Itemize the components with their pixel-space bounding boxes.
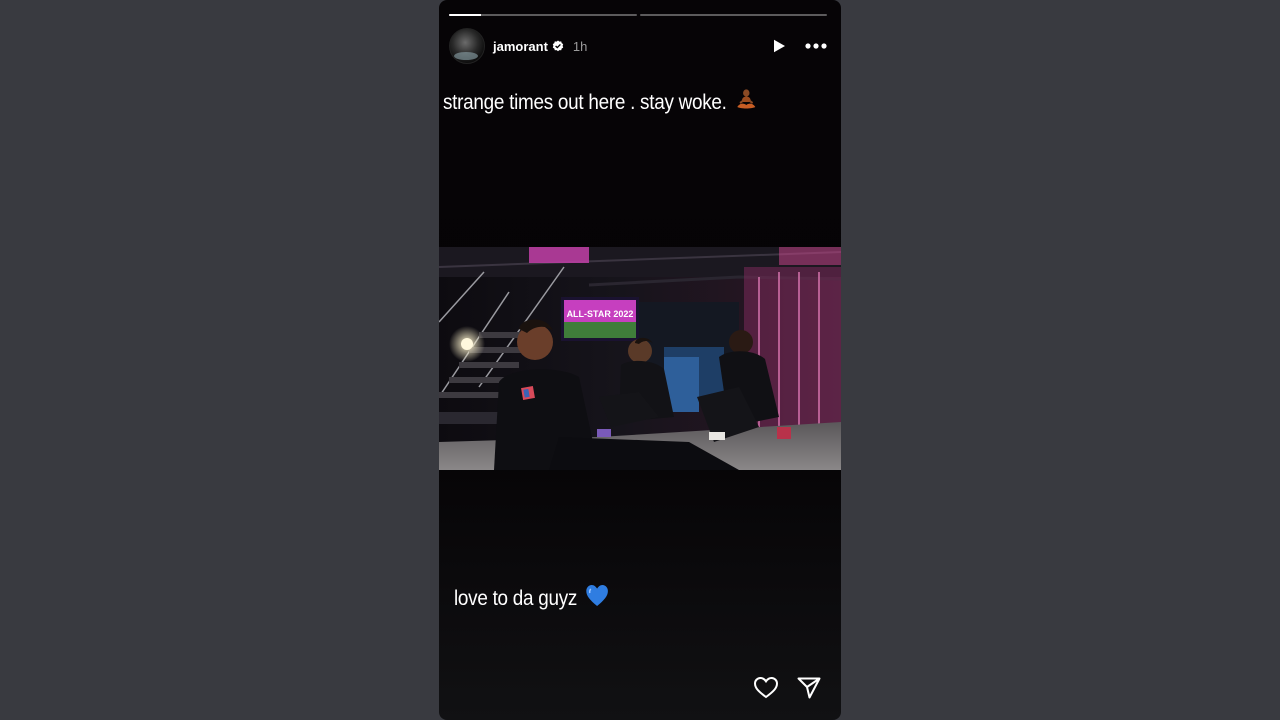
progress-segment: [639, 14, 827, 16]
verified-badge-icon: [552, 40, 564, 52]
blue-heart-icon: [586, 584, 609, 614]
progress-segment: [449, 14, 637, 16]
photo-illustration: ALL-STAR 2022: [439, 247, 841, 470]
story-photo: ALL-STAR 2022: [439, 247, 841, 470]
story-header: jamorant 1h: [449, 28, 827, 64]
person-in-lotus-position-icon: [735, 88, 757, 118]
header-actions: [771, 38, 827, 54]
sign-text: ALL-STAR 2022: [567, 309, 634, 319]
avatar[interactable]: [449, 28, 485, 64]
caption-text: strange times out here . stay woke.: [443, 91, 727, 114]
heart-icon[interactable]: [753, 676, 779, 700]
send-icon[interactable]: [797, 677, 821, 699]
story-actions: [753, 676, 821, 700]
caption-text: love to da guyz: [454, 587, 578, 610]
username[interactable]: jamorant: [493, 39, 548, 54]
timestamp: 1h: [572, 38, 588, 54]
play-icon[interactable]: [771, 38, 787, 54]
story-progress-bar: [449, 14, 827, 16]
story-viewer[interactable]: jamorant 1h strange times out here . sta…: [439, 0, 841, 720]
more-icon[interactable]: [805, 43, 827, 49]
story-caption-bottom: love to da guyz: [454, 584, 609, 614]
story-caption-top: strange times out here . stay woke.: [443, 88, 757, 118]
